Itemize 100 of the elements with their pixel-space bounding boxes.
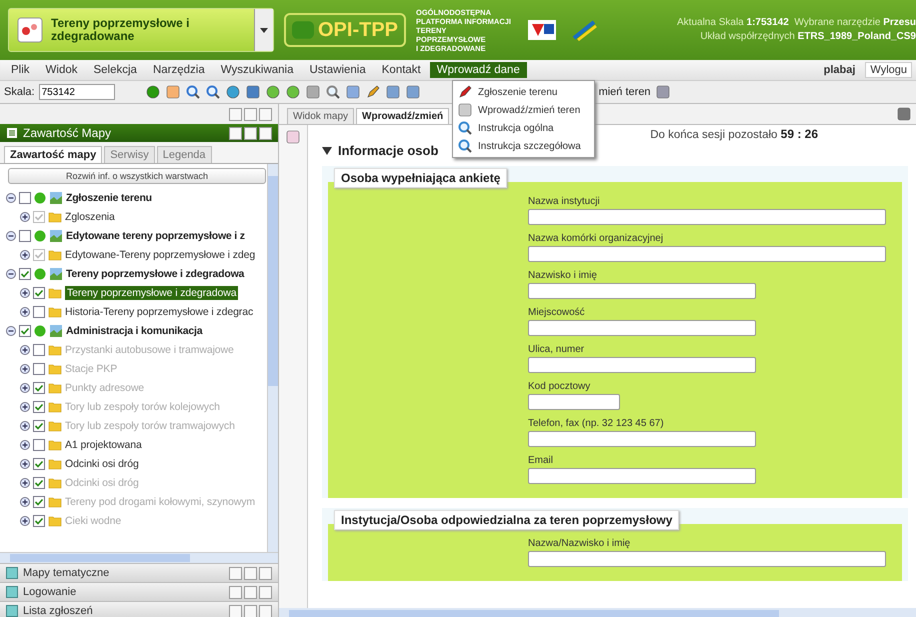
tab[interactable]: Wprowadź/zmień <box>356 108 450 124</box>
input-field[interactable] <box>528 468 756 484</box>
expand-all-button[interactable]: Rozwiń inf. o wszystkich warstwach <box>8 168 266 184</box>
expand-icon[interactable] <box>20 458 30 468</box>
collapse-icon[interactable] <box>6 268 16 278</box>
tab[interactable]: Zawartość mapy <box>4 146 102 163</box>
panel-title: Zawartość Mapy <box>23 126 112 140</box>
menu-item[interactable]: Wprowadź dane <box>430 62 527 78</box>
checkbox[interactable] <box>19 192 31 204</box>
input-field[interactable] <box>528 431 756 447</box>
checkbox[interactable] <box>19 324 31 336</box>
section-legend: Instytucja/Osoba odpowiedzialna za teren poprzemysłowy <box>334 510 680 530</box>
folder-icon <box>48 344 62 356</box>
expand-icon[interactable] <box>20 440 30 450</box>
menu-item[interactable]: Ustawienia <box>302 62 373 78</box>
zoom-out-icon[interactable] <box>204 84 221 100</box>
checkbox[interactable] <box>33 400 45 412</box>
expand-icon[interactable] <box>20 250 30 260</box>
menu-item[interactable]: Kontakt <box>374 62 428 78</box>
accordion-panel[interactable]: Logowanie <box>0 582 278 601</box>
panel-icon <box>6 586 18 598</box>
panel-icon <box>6 605 18 617</box>
menu-item[interactable]: Narzędzia <box>146 62 212 78</box>
checkbox[interactable] <box>33 344 45 356</box>
tab[interactable]: Legenda <box>156 146 212 163</box>
dropdown-item[interactable]: Instrukcja szczegółowa <box>453 137 594 155</box>
checkbox[interactable] <box>33 514 45 526</box>
toolbar-label[interactable]: mień teren <box>598 86 651 98</box>
expand-icon[interactable] <box>20 496 30 506</box>
input-field[interactable] <box>528 246 886 262</box>
scrollbar[interactable] <box>0 552 278 563</box>
search-icon[interactable] <box>457 138 473 154</box>
checkbox[interactable] <box>33 458 45 470</box>
tab[interactable]: Serwisy <box>104 146 155 163</box>
dropdown-item[interactable]: Wprowadź/zmień teren <box>453 101 594 119</box>
pencil-icon[interactable] <box>364 84 381 100</box>
input-field[interactable] <box>528 357 756 373</box>
collapse-icon[interactable] <box>6 230 16 240</box>
menu-item[interactable]: Wyszukiwania <box>214 62 300 78</box>
collapse-icon[interactable] <box>6 192 16 202</box>
input-field[interactable] <box>528 209 886 225</box>
scrollbar[interactable] <box>267 164 278 552</box>
layer-label[interactable]: Tereny poprzemysłowe i zdegradowa <box>65 286 238 300</box>
checkbox[interactable] <box>33 286 45 298</box>
zoom-in-icon[interactable] <box>184 84 201 100</box>
checkbox[interactable] <box>33 362 45 374</box>
layer-label[interactable]: Historia-Tereny poprzemysłowe i zdegrac <box>65 304 254 318</box>
pencil-icon[interactable] <box>457 84 473 100</box>
map-icon <box>49 228 63 242</box>
checkbox[interactable] <box>33 382 45 394</box>
collapse-icon[interactable] <box>6 326 16 336</box>
menu-item[interactable]: Plik <box>4 62 37 78</box>
layer-group-label[interactable]: Zgłoszenie terenu <box>66 190 152 204</box>
field-label: Nazwisko i imię <box>528 270 598 281</box>
expand-icon[interactable] <box>20 478 30 488</box>
expand-icon[interactable] <box>20 288 30 298</box>
checkbox[interactable] <box>33 438 45 450</box>
layer-label[interactable]: A1 projektowana <box>65 438 142 452</box>
map-icon <box>49 266 63 280</box>
folder-icon <box>48 438 62 450</box>
expand-icon[interactable] <box>20 516 30 526</box>
checkbox[interactable] <box>19 230 31 242</box>
folder-icon <box>48 496 62 508</box>
expand-icon[interactable] <box>20 402 30 412</box>
expand-icon[interactable] <box>20 306 30 316</box>
menu-item[interactable]: Widok <box>38 62 84 78</box>
expand-icon[interactable] <box>20 344 30 354</box>
checkbox[interactable] <box>33 420 45 432</box>
scrollbar[interactable] <box>279 608 916 617</box>
expand-icon[interactable] <box>20 212 30 222</box>
layer-label[interactable]: Odcinki osi dróg <box>65 456 139 470</box>
collapse-icon[interactable] <box>322 146 332 154</box>
layer-group-label[interactable]: Edytowane tereny poprzemysłowe i z <box>66 228 245 242</box>
logout-link[interactable]: Wylogu <box>865 62 912 78</box>
expand-icon[interactable] <box>20 420 30 430</box>
input-field[interactable] <box>528 551 886 567</box>
layer-group-label[interactable]: Administracja i komunikacja <box>66 324 202 338</box>
checkbox[interactable] <box>19 268 31 280</box>
input-field[interactable] <box>528 283 756 299</box>
map-select[interactable]: Tereny poprzemysłowe i zdegradowane <box>8 8 274 52</box>
menu-item[interactable]: Selekcja <box>86 62 144 78</box>
input-field[interactable] <box>528 394 620 410</box>
dropdown-item[interactable]: Instrukcja ogólna <box>453 119 594 137</box>
accordion-panel[interactable]: Lista zgłoszeń <box>0 601 278 617</box>
map-icon <box>49 190 63 204</box>
checkbox[interactable] <box>33 476 45 488</box>
expand-icon[interactable] <box>20 364 30 374</box>
input-field[interactable] <box>528 320 756 336</box>
dropdown-item[interactable]: Zgłoszenie terenu <box>453 83 594 101</box>
expand-icon[interactable] <box>20 382 30 392</box>
folder-icon <box>48 400 62 412</box>
checkbox[interactable] <box>33 306 45 318</box>
search-icon[interactable] <box>457 120 473 136</box>
section-legend: Osoba wypełniająca ankietę <box>334 168 508 188</box>
scale-field[interactable]: 753142 <box>38 84 115 100</box>
accordion-panel[interactable]: Mapy tematyczne <box>0 563 278 582</box>
layer-group-label[interactable]: Tereny poprzemysłowe i zdegradowa <box>66 266 244 280</box>
tab[interactable]: Widok mapy <box>287 108 354 124</box>
search-icon[interactable] <box>324 84 341 100</box>
checkbox[interactable] <box>33 496 45 508</box>
